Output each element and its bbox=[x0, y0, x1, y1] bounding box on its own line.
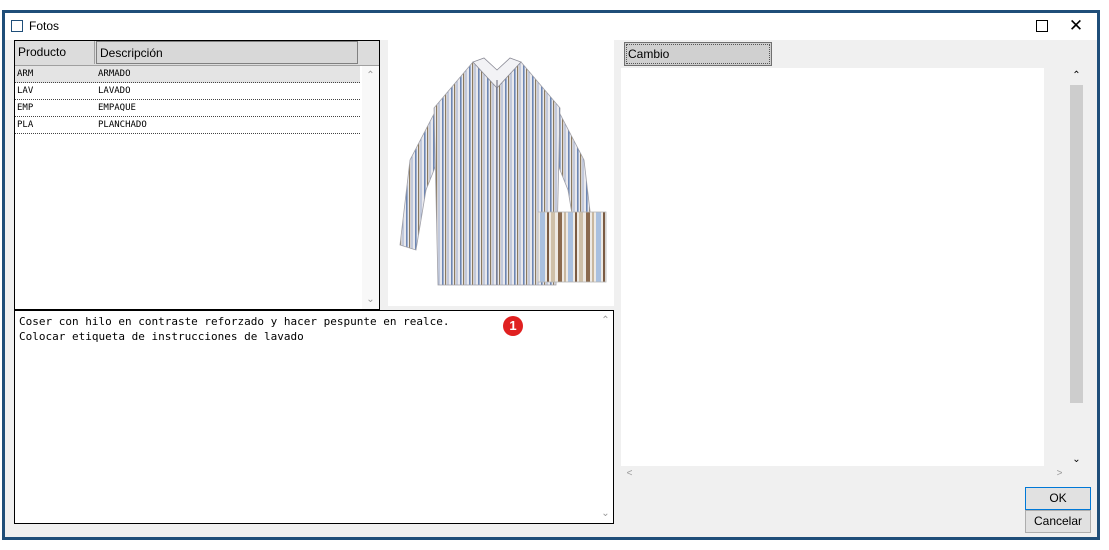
maximize-button[interactable] bbox=[1025, 15, 1059, 37]
grid-header: Producto Descripción bbox=[15, 41, 379, 66]
cell-description: EMPAQUE bbox=[98, 103, 136, 113]
callout-badge: 1 bbox=[503, 316, 523, 336]
scrollbar-thumb[interactable] bbox=[1070, 85, 1083, 403]
cell-code: LAV bbox=[17, 86, 34, 96]
grid-vertical-scrollbar[interactable]: ⌃ ⌄ bbox=[362, 66, 379, 309]
chevron-down-icon[interactable]: ⌄ bbox=[597, 508, 614, 519]
cell-code: ARM bbox=[17, 69, 34, 79]
window-title: Fotos bbox=[29, 19, 60, 33]
chevron-up-icon[interactable]: ⌃ bbox=[597, 315, 614, 326]
table-row[interactable]: EMP EMPAQUE bbox=[15, 100, 360, 117]
grid-rows: ARM ARMADO LAV LAVADO EMP EMPAQUE PLA PL… bbox=[15, 66, 360, 134]
maximize-icon bbox=[1036, 20, 1048, 33]
fotos-window: Fotos ✕ Producto Descripción ARM ARMADO … bbox=[2, 10, 1100, 540]
close-button[interactable]: ✕ bbox=[1059, 15, 1093, 37]
cell-code: EMP bbox=[17, 103, 34, 113]
cambio-horizontal-scrollbar[interactable]: < > bbox=[621, 466, 1068, 483]
operations-grid: Producto Descripción ARM ARMADO LAV LAVA… bbox=[14, 40, 380, 310]
column-header-producto[interactable]: Producto bbox=[15, 41, 95, 64]
table-row[interactable]: ARM ARMADO bbox=[15, 66, 360, 83]
column-header-descripcion[interactable]: Descripción bbox=[96, 41, 358, 64]
close-icon: ✕ bbox=[1068, 16, 1084, 35]
cell-description: LAVADO bbox=[98, 86, 131, 96]
shirt-image bbox=[399, 57, 607, 286]
notes-text: Coser con hilo en contraste reforzado y … bbox=[19, 315, 450, 343]
notes-textarea[interactable]: Coser con hilo en contraste reforzado y … bbox=[14, 310, 614, 524]
table-row[interactable]: PLA PLANCHADO bbox=[15, 117, 360, 134]
cell-code: PLA bbox=[17, 120, 34, 130]
title-bar: Fotos ✕ bbox=[5, 13, 1097, 40]
chevron-left-icon[interactable]: < bbox=[621, 468, 638, 479]
window-icon bbox=[11, 20, 23, 32]
table-row[interactable]: LAV LAVADO bbox=[15, 83, 360, 100]
cambio-header[interactable]: Cambio bbox=[624, 42, 772, 66]
notes-vertical-scrollbar[interactable]: ⌃ ⌄ bbox=[597, 311, 613, 523]
cambio-panel[interactable] bbox=[621, 68, 1044, 466]
chevron-right-icon[interactable]: > bbox=[1051, 468, 1068, 479]
chevron-down-icon[interactable]: ⌄ bbox=[362, 294, 379, 305]
cell-description: ARMADO bbox=[98, 69, 131, 79]
chevron-up-icon[interactable]: ⌃ bbox=[362, 70, 379, 81]
chevron-up-icon[interactable]: ⌃ bbox=[1068, 70, 1085, 81]
ok-button[interactable]: OK bbox=[1025, 487, 1091, 510]
chevron-down-icon[interactable]: ⌄ bbox=[1068, 454, 1085, 465]
cancel-button[interactable]: Cancelar bbox=[1025, 510, 1091, 533]
cell-description: PLANCHADO bbox=[98, 120, 147, 130]
product-photo bbox=[388, 40, 614, 306]
